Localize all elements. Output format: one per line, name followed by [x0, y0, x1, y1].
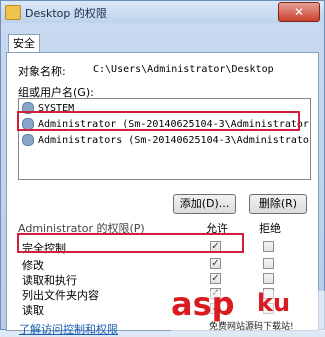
- list-item[interactable]: Administrators (Sm-20140625104‑3\Adminis…: [22, 134, 310, 149]
- deny-checkbox[interactable]: [263, 241, 274, 252]
- deny-column-header: 拒绝: [259, 222, 281, 235]
- user-group-icon: [22, 134, 34, 146]
- permission-label: 列出文件夹内容: [22, 289, 99, 302]
- permission-label: 读取: [22, 304, 44, 317]
- deny-checkbox[interactable]: [263, 273, 274, 284]
- deny-checkbox[interactable]: [263, 258, 274, 269]
- selected-user-highlight: [17, 111, 300, 131]
- allow-checkbox[interactable]: ✓: [210, 258, 221, 269]
- tab-security[interactable]: 安全: [8, 34, 40, 53]
- full-control-highlight: [17, 233, 244, 253]
- access-control-help-link[interactable]: 了解访问控制和权限: [19, 321, 118, 337]
- window-title: Desktop 的权限: [25, 7, 107, 20]
- object-name-value: C:\Users\Administrator\Desktop: [93, 64, 274, 75]
- title-bar: Desktop 的权限 ✕: [1, 1, 324, 23]
- folder-icon: [5, 5, 21, 20]
- watermark-brand-suffix: ku: [257, 289, 291, 317]
- add-button[interactable]: 添加(D)...: [173, 194, 236, 214]
- watermark-brand: asp: [171, 285, 235, 323]
- permissions-dialog: Desktop 的权限 ✕ 安全 对象名称: C:\Users\Administ…: [0, 0, 325, 336]
- object-name-label: 对象名称:: [18, 65, 66, 78]
- permission-label: 读取和执行: [22, 274, 77, 287]
- allow-checkbox[interactable]: ✓: [210, 273, 221, 284]
- permission-label: 修改: [22, 259, 44, 272]
- watermark-logo: asp ku 免费网站源码下载站!: [171, 285, 325, 332]
- remove-button[interactable]: 删除(R): [249, 194, 307, 214]
- watermark-tagline: 免费网站源码下载站!: [209, 322, 294, 332]
- close-button[interactable]: ✕: [278, 2, 320, 22]
